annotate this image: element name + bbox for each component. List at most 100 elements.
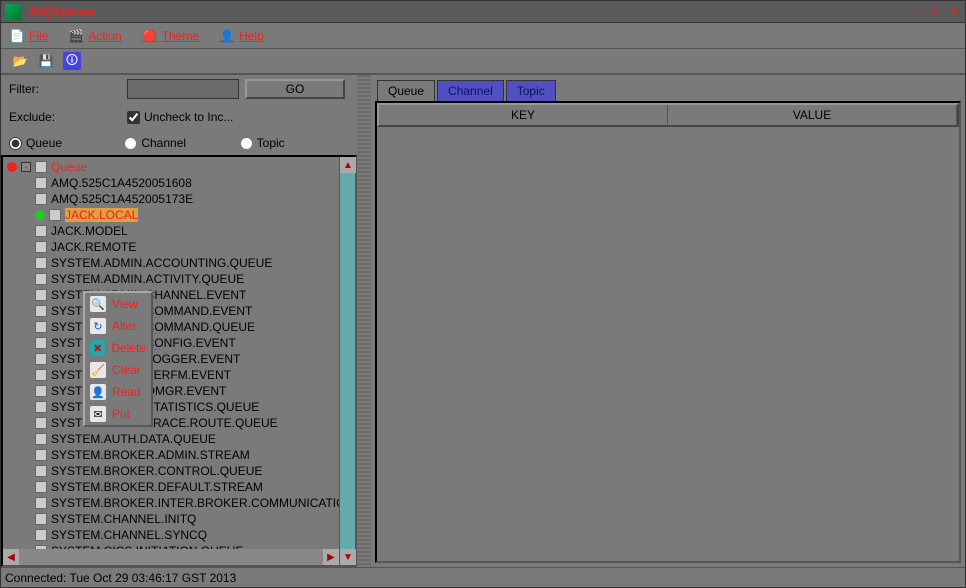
queue-icon [35, 241, 47, 253]
queue-icon [35, 465, 47, 477]
statusbar: Connected: Tue Oct 29 03:46:17 GST 2013 [1, 567, 965, 587]
tree-item-label: SYSTEM.CHANNEL.INITQ [51, 512, 196, 526]
context-clear[interactable]: 🧹Clear [85, 359, 151, 381]
tree-item[interactable]: JACK.LOCAL [7, 207, 351, 223]
context-alter[interactable]: ↻Alter [85, 315, 151, 337]
scroll-down-icon[interactable]: ▼ [340, 549, 356, 565]
queue-icon [35, 369, 47, 381]
tree-item[interactable]: SYSTEM.ADMIN.CONFIG.EVENT [7, 335, 351, 351]
queue-icon [35, 513, 47, 525]
tree-item[interactable]: SYSTEM.BROKER.CONTROL.QUEUE [7, 463, 351, 479]
tree-item[interactable]: SYSTEM.BROKER.INTER.BROKER.COMMUNICATION… [7, 495, 351, 511]
tree-view: - Queue AMQ.525C1A4520051608AMQ.525C1A45… [1, 155, 357, 567]
right-panel: Queue Channel Topic KEY VALUE [371, 75, 965, 567]
tree-item[interactable]: SYSTEM.BROKER.ADMIN.STREAM [7, 447, 351, 463]
context-put[interactable]: ✉Put [85, 403, 151, 425]
tree-item[interactable]: SYSTEM.ADMIN.ACTIVITY.QUEUE [7, 271, 351, 287]
open-icon[interactable]: 📂 [11, 52, 29, 70]
splitter[interactable] [357, 75, 371, 567]
person-icon: 👤 [90, 384, 106, 400]
tree-item[interactable]: JACK.MODEL [7, 223, 351, 239]
tree-item[interactable]: SYSTEM.ADMIN.TRACE.ROUTE.QUEUE [7, 415, 351, 431]
tree-item[interactable]: AMQ.525C1A452005173E [7, 191, 351, 207]
tree-item-label: SYSTEM.BROKER.DEFAULT.STREAM [51, 480, 263, 494]
property-table: KEY VALUE [375, 101, 961, 563]
tree-item-label: SYSTEM.BROKER.ADMIN.STREAM [51, 448, 250, 462]
tree-item[interactable]: SYSTEM.ADMIN.COMMAND.EVENT [7, 303, 351, 319]
context-view[interactable]: 🔍View [85, 293, 151, 315]
queue-icon [35, 401, 47, 413]
tree-item[interactable]: SYSTEM.ADMIN.LOGGER.EVENT [7, 351, 351, 367]
menubar: 📄 File 🎬 Action 🔴 Theme 👤 Help [1, 23, 965, 49]
queue-icon [35, 257, 47, 269]
tree-item[interactable]: AMQ.525C1A4520051608 [7, 175, 351, 191]
table-body [377, 127, 959, 561]
collapse-icon [7, 162, 17, 172]
radio-topic[interactable] [240, 137, 253, 150]
tree-root-node[interactable]: - Queue [7, 159, 351, 175]
help-icon: 👤 [219, 28, 235, 44]
filter-label: Filter: [9, 82, 121, 96]
menu-theme[interactable]: 🔴 Theme [142, 28, 199, 44]
filter-input[interactable] [127, 79, 239, 99]
tab-channel[interactable]: Channel [437, 80, 504, 101]
close-icon[interactable]: × [947, 5, 961, 19]
maximize-icon[interactable]: □ [929, 5, 943, 19]
go-button[interactable]: GO [245, 79, 345, 99]
envelope-icon: ✉ [90, 406, 106, 422]
tree-item-label: SYSTEM.ADMIN.ACCOUNTING.QUEUE [51, 256, 272, 270]
queue-icon [35, 449, 47, 461]
menu-help[interactable]: 👤 Help [219, 28, 264, 44]
tree-item-label: SYSTEM.ADMIN.COMMAND.QUEUE [51, 320, 255, 334]
key-column-header: KEY [379, 105, 668, 125]
info-icon[interactable]: 🛈 [63, 52, 81, 70]
exclude-checkbox[interactable] [127, 111, 140, 124]
titlebar: JMQXplorer . □ × [1, 1, 965, 23]
exclude-checkbox-label: Uncheck to Inc... [144, 110, 233, 124]
queue-icon [49, 209, 61, 221]
queue-icon [35, 273, 47, 285]
delete-icon: ✖ [90, 340, 105, 356]
scroll-up-icon[interactable]: ▲ [340, 157, 356, 173]
tree-item[interactable]: SYSTEM.CHANNEL.INITQ [7, 511, 351, 527]
tree-item[interactable]: SYSTEM.ADMIN.ACCOUNTING.QUEUE [7, 255, 351, 271]
radio-channel[interactable] [124, 137, 137, 150]
minimize-icon[interactable]: . [911, 5, 925, 19]
save-icon[interactable]: 💾 [37, 52, 55, 70]
folder-icon [35, 161, 47, 173]
horizontal-scrollbar[interactable]: ◀ ▶ [3, 549, 339, 565]
tree-item[interactable]: SYSTEM.ADMIN.STATISTICS.QUEUE [7, 399, 351, 415]
context-read[interactable]: 👤Read [85, 381, 151, 403]
tree-item-label: JACK.MODEL [51, 224, 128, 238]
tab-topic[interactable]: Topic [506, 80, 556, 101]
scroll-right-icon[interactable]: ▶ [323, 549, 339, 565]
menu-file[interactable]: 📄 File [9, 28, 48, 44]
context-menu: 🔍View ↻Alter ✖Delete 🧹Clear 👤Read ✉Put [83, 291, 153, 427]
tree-item[interactable]: JACK.REMOTE [7, 239, 351, 255]
scroll-left-icon[interactable]: ◀ [3, 549, 19, 565]
context-delete[interactable]: ✖Delete [85, 337, 151, 359]
status-text: Connected: Tue Oct 29 03:46:17 GST 2013 [5, 571, 236, 585]
tree-item-label: AMQ.525C1A452005173E [51, 192, 193, 206]
tree-item[interactable]: SYSTEM.BROKER.DEFAULT.STREAM [7, 479, 351, 495]
theme-icon: 🔴 [142, 28, 158, 44]
tree-item[interactable]: SYSTEM.ADMIN.PERFM.EVENT [7, 367, 351, 383]
main-window: JMQXplorer . □ × 📄 File 🎬 Action 🔴 Theme… [0, 0, 966, 588]
tree-item-label: SYSTEM.BROKER.CONTROL.QUEUE [51, 464, 262, 478]
window-title: JMQXplorer [27, 5, 907, 19]
tree-item[interactable]: SYSTEM.ADMIN.COMMAND.QUEUE [7, 319, 351, 335]
file-icon: 📄 [9, 28, 25, 44]
queue-icon [35, 433, 47, 445]
tree-item[interactable]: SYSTEM.AUTH.DATA.QUEUE [7, 431, 351, 447]
body: Filter: GO Exclude: Uncheck to Inc... Qu… [1, 75, 965, 567]
menu-action[interactable]: 🎬 Action [68, 28, 121, 44]
tree-item-label: SYSTEM.BROKER.INTER.BROKER.COMMUNICATION… [51, 496, 355, 510]
tab-queue[interactable]: Queue [377, 80, 435, 101]
tree-item[interactable]: SYSTEM.ADMIN.QMGR.EVENT [7, 383, 351, 399]
queue-icon [35, 353, 47, 365]
tree-item[interactable]: SYSTEM.ADMIN.CHANNEL.EVENT [7, 287, 351, 303]
left-panel: Filter: GO Exclude: Uncheck to Inc... Qu… [1, 75, 357, 567]
radio-queue[interactable] [9, 137, 22, 150]
vertical-scrollbar[interactable]: ▲ ▼ [339, 157, 355, 565]
tree-item[interactable]: SYSTEM.CHANNEL.SYNCQ [7, 527, 351, 543]
